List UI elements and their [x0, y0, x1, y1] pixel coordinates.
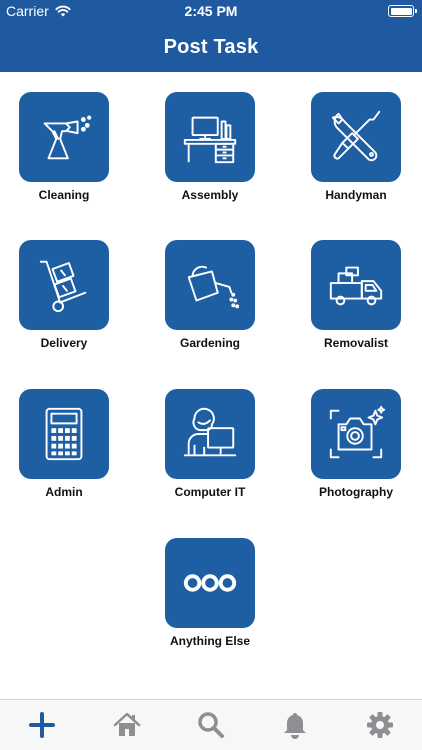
category-label: Removalist — [323, 336, 389, 350]
category-tile[interactable] — [19, 240, 109, 330]
hand-truck-icon — [39, 260, 87, 313]
tab-post-task[interactable] — [0, 700, 84, 750]
category-label: Handyman — [325, 188, 387, 202]
category-gardening[interactable]: Gardening — [165, 240, 255, 350]
tab-search[interactable] — [169, 700, 253, 750]
category-tile[interactable] — [165, 389, 255, 479]
category-label: Cleaning — [38, 188, 90, 202]
status-bar: Carrier 2:45 PM — [0, 0, 422, 22]
desk-computer-icon — [183, 116, 237, 164]
spray-bottle-icon — [43, 115, 92, 160]
gear-icon — [366, 712, 393, 738]
category-tile[interactable] — [165, 92, 255, 182]
category-removalist[interactable]: Removalist — [311, 240, 401, 350]
category-delivery[interactable]: Delivery — [19, 240, 109, 350]
category-label: Computer IT — [174, 485, 246, 499]
calculator-icon — [45, 407, 83, 461]
category-photography[interactable]: Photography — [311, 389, 401, 499]
moving-truck-icon — [329, 266, 383, 306]
tab-bar — [0, 699, 422, 750]
home-icon — [113, 712, 140, 736]
category-label: Gardening — [179, 336, 240, 350]
search-icon — [198, 712, 225, 738]
wrench-screwdriver-icon — [331, 110, 381, 162]
plus-icon — [29, 712, 56, 738]
tab-settings[interactable] — [338, 700, 422, 750]
category-label: Delivery — [40, 336, 88, 350]
tab-home[interactable] — [84, 700, 168, 750]
category-label: Anything Else — [169, 634, 250, 648]
category-tile[interactable] — [311, 389, 401, 479]
category-label: Photography — [319, 485, 393, 499]
bell-icon — [284, 713, 307, 739]
category-grid: Cleaning Assembly Handyman Delivery Gard… — [0, 72, 422, 700]
nav-bar: Post Task — [0, 22, 422, 72]
category-tile[interactable] — [165, 538, 255, 628]
category-label: Assembly — [181, 188, 239, 202]
watering-can-icon — [187, 265, 240, 309]
tab-notifications[interactable] — [253, 700, 337, 750]
category-anything-else[interactable]: Anything Else — [165, 538, 255, 648]
battery-icon — [388, 5, 417, 17]
page-title: Post Task — [163, 35, 259, 58]
category-tile[interactable] — [165, 240, 255, 330]
category-cleaning[interactable]: Cleaning — [19, 92, 109, 202]
category-tile[interactable] — [311, 92, 401, 182]
category-handyman[interactable]: Handyman — [311, 92, 401, 202]
status-time: 2:45 PM — [184, 3, 238, 19]
category-computer-it[interactable]: Computer IT — [165, 389, 255, 499]
category-admin[interactable]: Admin — [19, 389, 109, 499]
person-at-computer-icon — [183, 407, 237, 457]
camera-icon — [329, 405, 386, 459]
category-tile[interactable] — [311, 240, 401, 330]
category-label: Admin — [45, 485, 83, 499]
category-tile[interactable] — [19, 92, 109, 182]
more-dots-icon — [183, 574, 237, 592]
category-assembly[interactable]: Assembly — [165, 92, 255, 202]
category-tile[interactable] — [19, 389, 109, 479]
